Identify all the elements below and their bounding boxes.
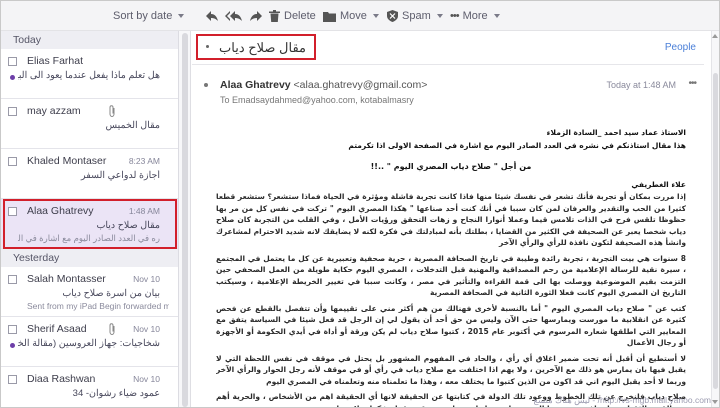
subject-text: شخاجيات: جهاز العروسين (مقالة الخميس)	[18, 338, 160, 349]
bullet-icon	[206, 45, 209, 48]
more-button[interactable]: ••• More	[450, 1, 500, 31]
scroll-down-icon[interactable]	[712, 400, 718, 404]
list-scrollbar[interactable]	[179, 31, 191, 407]
sender-header: Alaa Ghatrevy <alaa.ghatrevy@gmail.com> …	[192, 73, 704, 113]
body-intro: هذا مقال استاذنكم في نشره في العدد الصاد…	[348, 140, 686, 150]
select-checkbox[interactable]	[8, 325, 17, 334]
preview-text: ره في العدد الصادر اليوم مع اشارة في الص…	[18, 233, 160, 243]
pane-scrollbar[interactable]	[711, 31, 719, 407]
delete-button[interactable]: Delete	[269, 1, 316, 31]
reading-pane: مقال صلاح دياب People Alaa Ghatrevy <ala…	[192, 31, 719, 407]
subject-text: عمود ضياء رشوان- 34	[72, 388, 160, 399]
spam-button[interactable]: Spam	[387, 1, 443, 31]
subject-highlight-box: مقال صلاح دياب	[196, 34, 316, 60]
subject-row: مقال صلاح دياب People	[192, 31, 704, 65]
move-button[interactable]: Move	[323, 1, 379, 31]
from-email: <alaa.ghatrevy@gmail.com>	[293, 79, 428, 91]
sender-name: Khaled Montaser	[27, 155, 107, 167]
body-paragraph: 8 سنوات هي بيت التجربة ، تجربة رائدة وطي…	[216, 253, 686, 298]
reply-all-button[interactable]	[225, 1, 243, 31]
chevron-down-icon	[372, 14, 379, 18]
message-time: 1:48 AM	[128, 206, 160, 216]
message-time: Nov 10	[133, 374, 160, 384]
list-scrollbar-thumb[interactable]	[182, 33, 188, 407]
list-item[interactable]: Khaled Montaser 8:23 AM أجازة لدواعي الس…	[1, 149, 178, 199]
group-header-yesterday: Yesterday	[1, 249, 178, 267]
spam-label: Spam	[402, 10, 431, 22]
reply-button[interactable]	[205, 1, 219, 31]
sender-name: Sherif Asaad	[27, 323, 87, 335]
list-item[interactable]: Salah Montasser Nov 10 بيان من اسرة صلاح…	[1, 267, 178, 317]
mail-subject: مقال صلاح دياب	[219, 40, 306, 55]
move-label: Move	[340, 10, 367, 22]
shield-icon	[387, 10, 398, 22]
folder-icon	[323, 11, 336, 22]
mail-app: Sort by date Delete Move Spam ••• More T…	[0, 0, 720, 408]
body-paragraph: لا أستطيع أن أقبل أنه تحت ضمير اغلاق أي …	[216, 353, 686, 386]
select-checkbox[interactable]	[8, 57, 17, 66]
subject-text: هل تعلم ماذا يفعل عندما يعود الى البيت؟	[18, 70, 160, 81]
body-paragraph: كتب عن " صلاح دياب المصري اليوم " أما با…	[216, 303, 686, 348]
select-checkbox[interactable]	[8, 275, 17, 284]
pane-scrollbar-thumb[interactable]	[713, 73, 718, 389]
reply-icon	[206, 11, 218, 21]
watermark-text: http://vs-mgb.mail.yahoo.com/ - ليس هناك…	[533, 395, 711, 405]
sort-label: Sort by date	[113, 10, 173, 22]
mail-time: Today at 1:48 AM	[606, 80, 676, 90]
message-time: Nov 10	[133, 274, 160, 284]
message-time: Nov 10	[133, 324, 160, 334]
list-item[interactable]: Diaa Rashwan Nov 10 عمود ضياء رشوان- 34	[1, 367, 178, 407]
message-time: 8:23 AM	[128, 156, 160, 166]
top-toolbar: Sort by date Delete Move Spam ••• More	[1, 1, 719, 31]
from-name: Alaa Ghatrevy	[220, 79, 291, 91]
select-checkbox[interactable]	[8, 107, 17, 116]
more-label: More	[462, 10, 488, 22]
to-recipients[interactable]: To Emadsaydahmed@yahoo.com, kotabalmasry	[220, 95, 414, 105]
sender-name: Elias Farhat	[27, 55, 84, 67]
select-checkbox[interactable]	[8, 157, 17, 166]
people-link[interactable]: People	[665, 42, 696, 53]
sort-dropdown[interactable]: Sort by date	[113, 1, 185, 31]
select-checkbox[interactable]	[8, 207, 17, 216]
subject-text: مقال الخميس	[105, 120, 160, 131]
sender-name: may azzam	[27, 105, 81, 117]
chevron-down-icon	[436, 14, 443, 18]
subject-text: أجازة لدواعي السفر	[80, 170, 160, 181]
unread-dot	[10, 343, 15, 348]
more-dots-icon: •••	[450, 10, 460, 22]
preview-text: Sent from my iPad Begin forwarded m	[27, 301, 169, 311]
body-paragraph: إذا مررت بمكان أو تجربة فأنك تشعر في نفس…	[216, 192, 686, 247]
select-checkbox[interactable]	[8, 375, 17, 384]
group-header-today: Today	[1, 31, 178, 49]
list-item[interactable]: Sherif Asaad Nov 10 شخاجيات: جهاز العروس…	[1, 317, 178, 367]
reply-all-icon	[225, 11, 242, 21]
sender-name: Alaa Ghatrevy	[27, 205, 94, 217]
trash-icon	[269, 10, 280, 22]
list-item[interactable]: may azzam مقال الخميس	[1, 99, 178, 149]
sender-name: Salah Montasser	[27, 273, 106, 285]
subject-text: مقال صلاح دياب	[96, 220, 160, 231]
list-item[interactable]: Elias Farhat هل تعلم ماذا يفعل عندما يعو…	[1, 49, 178, 99]
bullet-icon	[204, 83, 208, 87]
body-greeting: الاستاذ عماد سيد احمد _السادة الزملاء	[546, 128, 686, 137]
chevron-down-icon	[178, 14, 185, 18]
sender-name: Diaa Rashwan	[27, 373, 96, 385]
list-item-selected[interactable]: Alaa Ghatrevy 1:48 AM مقال صلاح دياب ره …	[1, 199, 178, 249]
body-author: علاء الغطريفي	[631, 179, 686, 189]
scroll-up-icon[interactable]	[712, 34, 718, 38]
chevron-down-icon	[493, 14, 500, 18]
more-actions-icon[interactable]: •••	[688, 78, 696, 89]
body-title: من أجل " صلاح دياب المصري اليوم " ..!!	[370, 162, 532, 171]
unread-dot	[10, 75, 15, 80]
message-list: Today Elias Farhat هل تعلم ماذا يفعل عند…	[1, 31, 179, 407]
mail-body: الاستاذ عماد سيد احمد _السادة الزملاء هذ…	[216, 127, 686, 407]
subject-text: بيان من اسرة صلاح دياب	[62, 288, 160, 299]
delete-label: Delete	[284, 10, 316, 22]
from-line[interactable]: Alaa Ghatrevy <alaa.ghatrevy@gmail.com>	[220, 79, 427, 91]
forward-icon	[250, 11, 262, 21]
forward-button[interactable]	[249, 1, 263, 31]
